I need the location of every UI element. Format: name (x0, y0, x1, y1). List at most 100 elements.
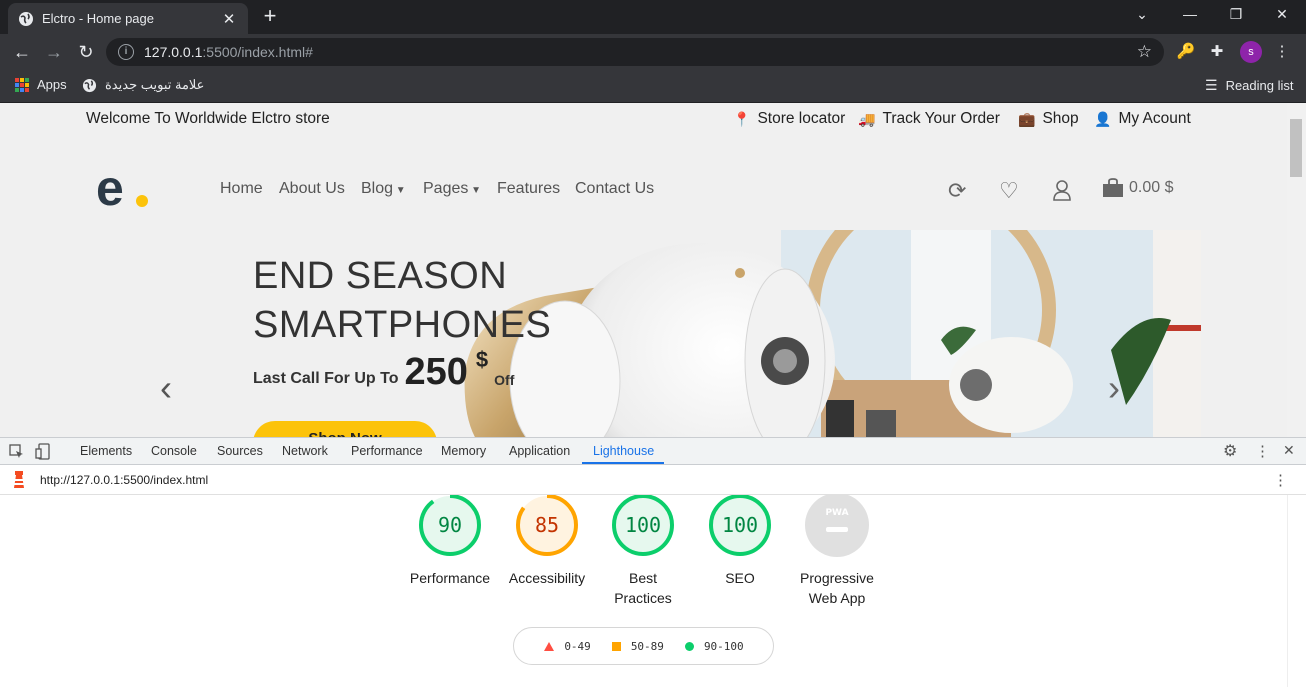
score-accessibility[interactable]: 85 Accessibility (502, 495, 592, 588)
nav-about[interactable]: About Us (279, 180, 345, 198)
welcome-text: Welcome To Worldwide Elctro store (86, 110, 330, 127)
track-order-link[interactable]: 🚚 Track Your Order (858, 110, 1000, 128)
website-viewport: Welcome To Worldwide Elctro store 📍 Store… (0, 103, 1287, 437)
compare-refresh-icon[interactable]: ⟳ (948, 178, 966, 204)
reload-button[interactable]: ↻ (74, 41, 98, 63)
back-button[interactable]: ← (10, 41, 34, 63)
score-performance[interactable]: 90 Performance (405, 495, 495, 588)
shop-label: Shop (1042, 110, 1079, 127)
score-legend: 0-49 50-89 90-100 (513, 627, 774, 665)
carousel-prev-icon[interactable]: ‹ (160, 367, 172, 409)
devtools-tab-network[interactable]: Network (282, 444, 328, 458)
devtools-tab-sources[interactable]: Sources (217, 444, 263, 458)
circle-icon (684, 641, 694, 651)
tab-title: Elctro - Home page (42, 11, 154, 26)
devtools-tab-performance[interactable]: Performance (351, 444, 423, 458)
score-label: Accessibility (508, 570, 586, 586)
my-account-link[interactable]: 👤 My Acount (1094, 110, 1191, 128)
score-gauge: 100 (612, 495, 674, 556)
cart-button[interactable]: 0.00 $ (1102, 178, 1173, 198)
bookmark-star-icon[interactable]: ☆ (1137, 42, 1152, 62)
legend-pass: 90-100 (684, 640, 744, 653)
browser-menu-icon[interactable]: ⋮ (1272, 42, 1292, 62)
legend-fail: 0-49 (543, 640, 591, 653)
devtools-tab-console[interactable]: Console (151, 444, 197, 458)
reading-list[interactable]: ☰ Reading list (1205, 77, 1294, 94)
score-gauge: 100 (709, 495, 771, 556)
score-pwa[interactable]: PWA Progressive Web App (792, 495, 882, 608)
square-icon (611, 641, 621, 651)
globe-icon (19, 11, 33, 26)
apps-grid-icon (15, 77, 29, 92)
devtools-more-icon[interactable]: ⋮ (1255, 442, 1270, 460)
truck-icon: 🚚 (858, 110, 876, 127)
score-label: SEO (725, 570, 755, 586)
new-tab-button[interactable]: + (258, 5, 282, 29)
url-path: :5500/index.html# (202, 44, 313, 60)
restore-button[interactable]: ❐ (1222, 6, 1250, 26)
active-tab-indicator (582, 462, 664, 464)
cart-total: 0.00 $ (1129, 179, 1174, 196)
hero-offer-label: Last Call For Up To (253, 370, 399, 387)
hero-price: 250 (404, 351, 468, 393)
lighthouse-logo-icon (14, 471, 24, 488)
page-scrollbar[interactable] (1287, 103, 1306, 437)
extension-key-icon[interactable]: 🔑 (1176, 42, 1196, 62)
devtools-tab-application[interactable]: Application (509, 444, 570, 458)
address-bar[interactable]: i 127.0.0.1:5500/index.html# ☆ (106, 38, 1164, 66)
nav-features[interactable]: Features (497, 180, 560, 198)
devtools-close-icon[interactable]: ✕ (1283, 442, 1295, 459)
site-logo[interactable]: e (96, 167, 156, 211)
store-locator-link[interactable]: 📍 Store locator (733, 110, 845, 128)
bookmark-apps-label: Apps (37, 77, 67, 92)
bookmark-newtab-label: علامة تبويب جديدة (105, 77, 205, 92)
scrollbar-thumb[interactable] (1290, 119, 1302, 177)
minimize-button[interactable]: — (1176, 6, 1204, 26)
report-menu-icon[interactable]: ⋮ (1273, 471, 1288, 489)
device-toolbar-icon[interactable] (35, 443, 51, 460)
site-info-icon[interactable]: i (118, 44, 134, 60)
bookmark-newtab[interactable]: علامة تبويب جديدة (82, 77, 204, 93)
inspect-element-icon[interactable] (9, 444, 24, 459)
score-seo[interactable]: 100 SEO (695, 495, 785, 588)
wishlist-heart-icon[interactable]: ♡ (999, 178, 1019, 204)
shop-link[interactable]: 💼 Shop (1018, 110, 1079, 128)
forward-button[interactable]: → (42, 41, 66, 63)
shop-now-button[interactable]: Shop Now (253, 421, 437, 437)
caret-down-icon: ▼ (393, 185, 406, 196)
devtools-tab-lighthouse[interactable]: Lighthouse (593, 444, 654, 458)
account-user-icon[interactable] (1052, 179, 1072, 201)
close-window-button[interactable]: ✕ (1268, 6, 1296, 26)
bookmark-apps[interactable]: Apps (15, 77, 67, 92)
nav-pages[interactable]: Pages ▼ (423, 180, 481, 198)
hero-lifestyle-image (781, 230, 1201, 437)
nav-contact[interactable]: Contact Us (575, 180, 654, 198)
pwa-badge-text: PWA (825, 508, 848, 518)
lighthouse-report-bar: http://127.0.0.1:5500/index.html ⋮ (0, 465, 1306, 495)
carousel-next-icon[interactable]: › (1108, 367, 1120, 409)
hero-title-line2: SMARTPHONES (253, 304, 552, 346)
globe-icon (82, 78, 97, 92)
score-gauge: 90 (419, 495, 481, 556)
gauge-value: 90 (438, 513, 462, 537)
devtools-scrollbar[interactable] (1287, 495, 1306, 687)
tab-close-icon[interactable]: ✕ (220, 10, 238, 28)
browser-tab[interactable]: Elctro - Home page ✕ (8, 3, 248, 34)
profile-avatar[interactable]: s (1240, 41, 1262, 63)
tab-search-icon[interactable]: ⌄ (1128, 6, 1156, 26)
shopping-bag-icon (1103, 178, 1123, 197)
score-best-practices[interactable]: 100 Best Practices (598, 495, 688, 608)
devtools-tabbar: Elements Console Sources Network Perform… (0, 437, 1306, 465)
reading-list-label: Reading list (1225, 78, 1294, 93)
score-label: Progressive Web App (800, 570, 874, 606)
devtools-tab-elements[interactable]: Elements (80, 444, 132, 458)
nav-pages-label: Pages (423, 180, 469, 197)
gauge-value: 85 (535, 513, 559, 537)
nav-blog[interactable]: Blog ▼ (361, 180, 406, 198)
devtools-settings-gear-icon[interactable]: ⚙ (1223, 441, 1237, 461)
hero-off: Off (494, 372, 515, 388)
nav-home[interactable]: Home (220, 180, 263, 198)
score-label: Best Practices (614, 570, 672, 606)
devtools-tab-memory[interactable]: Memory (441, 444, 486, 458)
extensions-puzzle-icon[interactable]: ✚ (1207, 42, 1227, 62)
